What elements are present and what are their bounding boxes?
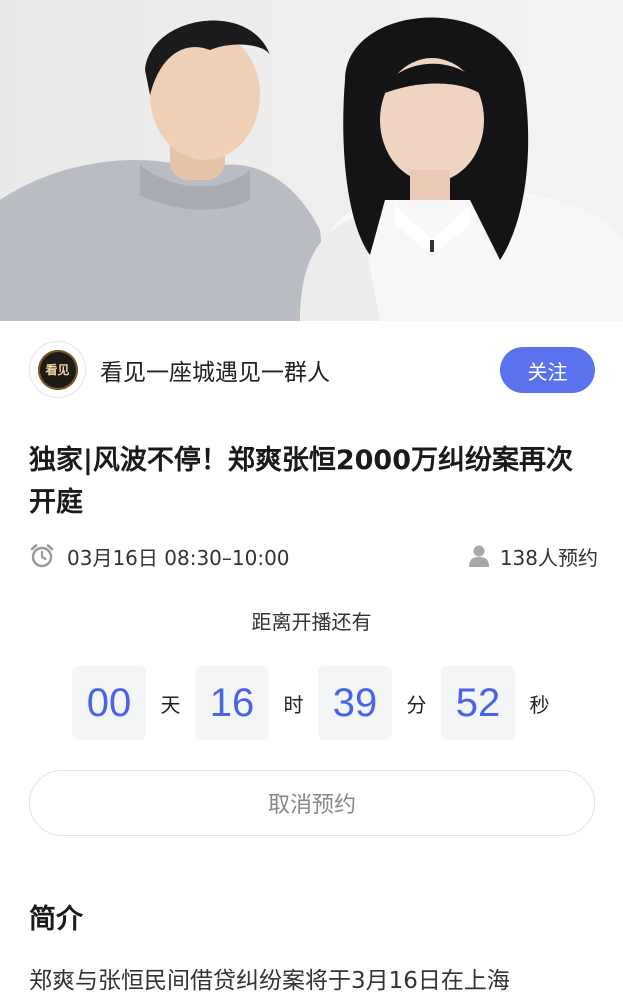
schedule-time: 03月16日 08:30–10:00: [29, 541, 290, 571]
author-avatar[interactable]: 看见: [29, 341, 86, 398]
alarm-clock-icon: [30, 544, 54, 568]
reservation-count: 138人预约: [468, 541, 598, 571]
avatar-logo-text: 看见: [45, 363, 70, 377]
intro-text: 郑爽与张恒民间借贷纠纷案将于3月16日在上海: [29, 968, 510, 994]
schedule-time-text: 03月16日 08:30–10:00: [67, 545, 290, 570]
intro-heading: 简介: [29, 904, 83, 935]
countdown-hours-unit: 时: [283, 692, 304, 717]
person-icon: [468, 545, 489, 567]
countdown-days: 00: [72, 666, 146, 740]
reservation-count-text: 138人预约: [499, 545, 598, 570]
countdown-minutes-unit: 分: [406, 692, 427, 717]
countdown-minutes: 39: [318, 666, 392, 740]
countdown-timer: 00 天 16 时 39 分 52 秒: [72, 666, 564, 740]
author-row: 看见 看见一座城遇见一群人 关注: [29, 341, 595, 401]
cover-photo-illustration: [0, 0, 623, 321]
countdown-seconds-unit: 秒: [529, 692, 550, 717]
countdown-hours: 16: [195, 666, 269, 740]
live-title: 独家|风波不停！郑爽张恒2000万纠纷案再次开庭: [29, 445, 574, 518]
countdown-days-unit: 天: [160, 692, 181, 717]
follow-button[interactable]: 关注: [500, 347, 595, 393]
cover-image: [0, 0, 623, 321]
cancel-reservation-button[interactable]: 取消预约: [29, 770, 595, 836]
countdown-seconds: 52: [441, 666, 515, 740]
avatar-logo: 看见: [37, 349, 78, 390]
countdown-label: 距离开播还有: [251, 610, 372, 634]
author-name[interactable]: 看见一座城遇见一群人: [100, 353, 330, 387]
